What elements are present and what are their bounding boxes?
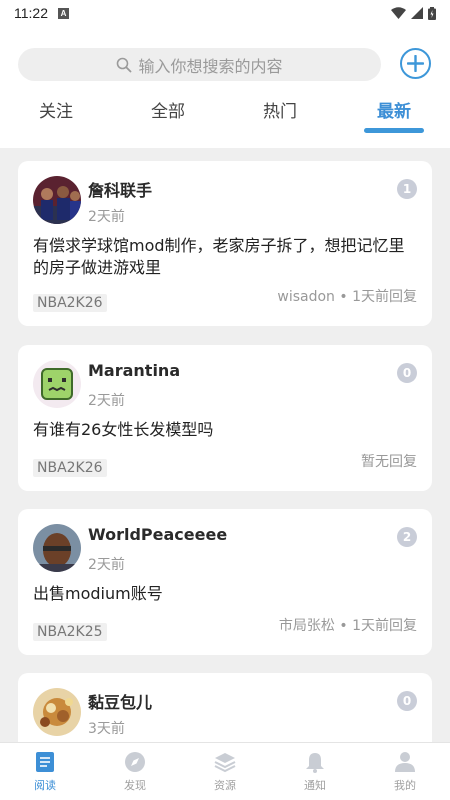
status-icons bbox=[391, 6, 436, 20]
nav-profile[interactable]: 我的 bbox=[375, 751, 435, 793]
post-author[interactable]: 詹科联手 bbox=[88, 177, 152, 201]
nav-read[interactable]: 阅读 bbox=[15, 751, 75, 793]
last-reply: wisadon • 1天前回复 bbox=[277, 289, 417, 305]
status-bar: 11:22 A bbox=[0, 0, 450, 26]
post-author[interactable]: WorldPeaceeee bbox=[88, 525, 227, 544]
post-title[interactable]: 出售modium账号 bbox=[33, 583, 413, 605]
feed-tabs: 关注 全部 热门 最新 bbox=[0, 98, 450, 138]
nav-label: 通知 bbox=[304, 779, 326, 792]
reply-count-badge: 0 bbox=[397, 691, 417, 711]
reply-count-badge: 1 bbox=[397, 179, 417, 199]
post-time: 2天前 bbox=[88, 557, 125, 573]
post-time: 2天前 bbox=[88, 209, 125, 225]
battery-icon bbox=[428, 6, 436, 20]
signal-icon bbox=[411, 7, 423, 19]
game-tag[interactable]: NBA2K25 bbox=[33, 623, 107, 641]
wifi-icon bbox=[391, 7, 406, 19]
avatar[interactable] bbox=[33, 360, 81, 408]
add-button[interactable] bbox=[400, 48, 431, 79]
nav-label: 发现 bbox=[124, 779, 146, 792]
nav-label: 我的 bbox=[394, 779, 416, 792]
post-time: 2天前 bbox=[88, 393, 125, 409]
last-reply: 暂无回复 bbox=[361, 454, 417, 470]
avatar[interactable] bbox=[33, 176, 81, 224]
post-card[interactable]: Marantina 2天前 0 有谁有26女性长发模型吗 NBA2K26 暂无回… bbox=[18, 345, 432, 491]
active-tab-indicator bbox=[364, 128, 424, 133]
post-author[interactable]: 黏豆包儿 bbox=[88, 689, 152, 713]
search-input[interactable]: 输入你想搜索的内容 bbox=[18, 48, 381, 81]
avatar[interactable] bbox=[33, 524, 81, 572]
post-card[interactable]: WorldPeaceeee 2天前 2 出售modium账号 NBA2K25 市… bbox=[18, 509, 432, 655]
nav-resources[interactable]: 资源 bbox=[195, 751, 255, 793]
game-tag[interactable]: NBA2K26 bbox=[33, 294, 107, 312]
reply-count-badge: 2 bbox=[397, 527, 417, 547]
person-icon bbox=[395, 752, 415, 772]
game-tag[interactable]: NBA2K26 bbox=[33, 459, 107, 477]
tab-latest[interactable]: 最新 bbox=[354, 98, 434, 126]
reply-count-badge: 0 bbox=[397, 363, 417, 383]
avatar[interactable] bbox=[33, 688, 81, 736]
plus-icon bbox=[407, 55, 424, 72]
notification-indicator: A bbox=[58, 7, 69, 19]
tab-all[interactable]: 全部 bbox=[128, 98, 208, 126]
status-time: 11:22 bbox=[14, 5, 48, 21]
post-author[interactable]: Marantina bbox=[88, 361, 180, 380]
post-title[interactable]: 有谁有26女性长发模型吗 bbox=[33, 419, 413, 441]
bell-icon bbox=[306, 753, 324, 773]
nav-label: 资源 bbox=[214, 779, 236, 792]
post-feed[interactable]: 詹科联手 2天前 1 有偿求学球馆mod制作，老家房子拆了，想把记忆里的房子做进… bbox=[0, 148, 450, 742]
layers-icon bbox=[214, 753, 236, 773]
book-icon bbox=[36, 752, 54, 772]
post-card[interactable]: 詹科联手 2天前 1 有偿求学球馆mod制作，老家房子拆了，想把记忆里的房子做进… bbox=[18, 161, 432, 326]
post-time: 3天前 bbox=[88, 721, 125, 737]
compass-icon bbox=[125, 752, 145, 772]
tab-hot[interactable]: 热门 bbox=[240, 98, 320, 126]
bottom-nav: 阅读 发现 资源 通知 我的 bbox=[0, 742, 450, 800]
post-title[interactable]: 有偿求学球馆mod制作，老家房子拆了，想把记忆里的房子做进游戏里 bbox=[33, 235, 413, 279]
tab-follow[interactable]: 关注 bbox=[16, 98, 96, 126]
nav-label: 阅读 bbox=[34, 779, 56, 792]
post-card[interactable]: 黏豆包儿 3天前 0 bbox=[18, 673, 432, 742]
header: 输入你想搜索的内容 关注 全部 热门 最新 bbox=[0, 26, 450, 148]
search-placeholder: 输入你想搜索的内容 bbox=[138, 56, 283, 76]
nav-discover[interactable]: 发现 bbox=[105, 751, 165, 793]
search-icon bbox=[117, 57, 132, 72]
nav-notifications[interactable]: 通知 bbox=[285, 751, 345, 793]
last-reply: 市局张松 • 1天前回复 bbox=[278, 618, 417, 634]
